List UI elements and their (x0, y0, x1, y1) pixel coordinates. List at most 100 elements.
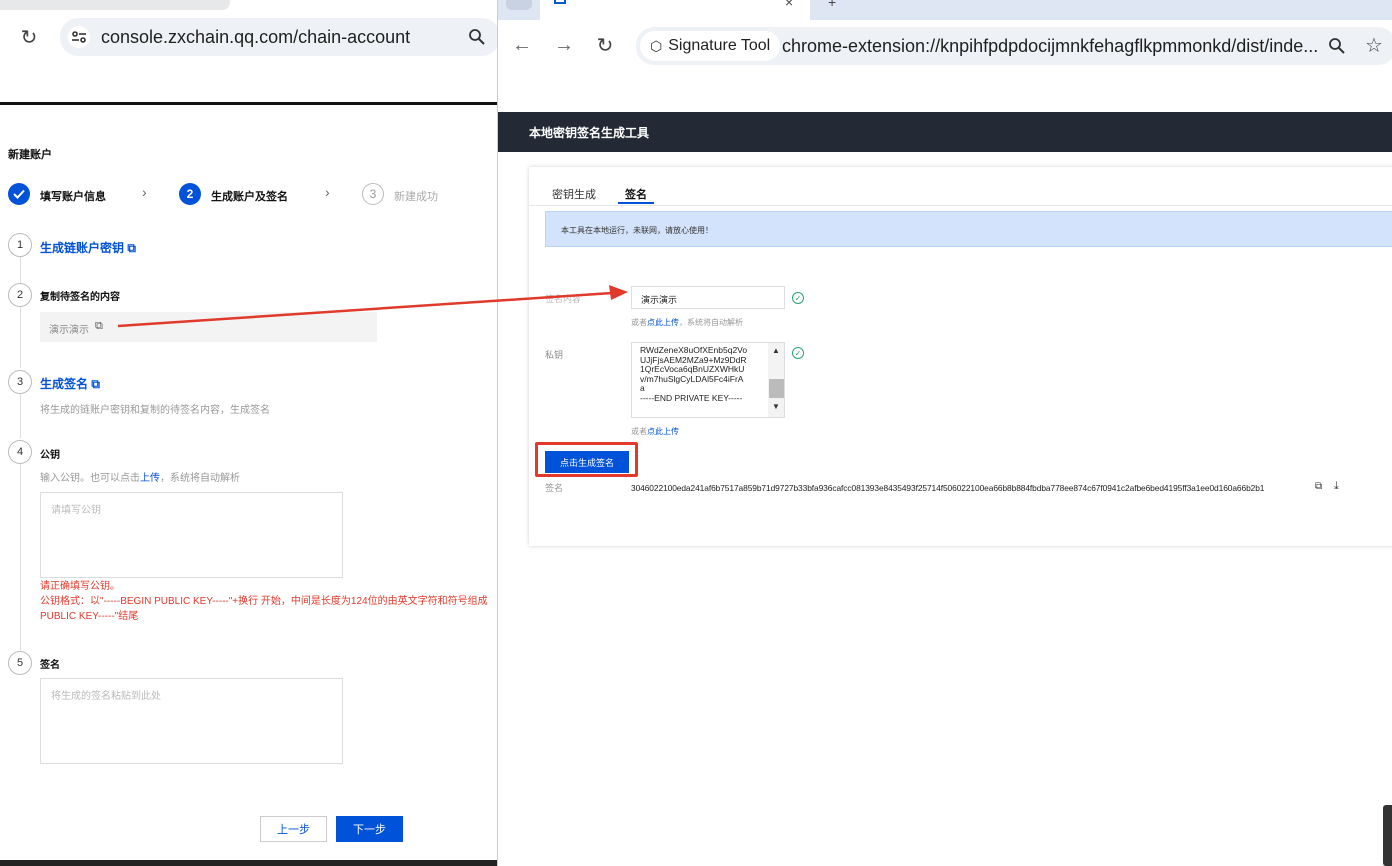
private-key-textarea[interactable]: RWdZeneX8uOfXEnb5q2Vo UJjFjsAEM2MZa9+Mz9… (631, 342, 785, 418)
tab-close-icon[interactable]: × (785, 0, 793, 10)
content-label: 签名内容 (545, 294, 582, 304)
item4-number: 4 (8, 440, 32, 464)
scrollbar-thumb[interactable] (769, 379, 784, 398)
public-key-error: 请正确填写公钥。 公钥格式：以"-----BEGIN PUBLIC KEY---… (40, 579, 488, 624)
item4-desc-prefix: 输入公钥。也可以点击 (40, 473, 140, 484)
public-key-textarea[interactable]: 请填写公钥 (40, 492, 343, 578)
item5-title: 签名 (40, 660, 60, 671)
generate-signature-link-label[interactable]: 生成签名 (40, 377, 88, 391)
left-tab-strip (0, 0, 230, 10)
tab-search-button[interactable] (506, 0, 532, 10)
content-valid-check-icon: ✓ (792, 292, 804, 304)
private-key-line: -----END PRIVATE KEY----- (640, 392, 743, 403)
generate-signature-link[interactable]: 生成签名 ⧉ (40, 375, 100, 392)
timeline-line (20, 393, 21, 438)
private-key-upload-hint: 或者点此上传 (631, 426, 679, 437)
zoom-icon[interactable] (1326, 35, 1348, 57)
bookmark-star-icon[interactable]: ☆ (1362, 33, 1386, 57)
content-to-sign-box: 演示演示 ⧉ (40, 312, 377, 342)
public-key-placeholder: 请填写公钥 (51, 505, 101, 516)
step3-label: 新建成功 (394, 191, 438, 203)
item4-desc: 输入公钥。也可以点击上传，系统将自动解析 (40, 469, 240, 484)
scroll-up-icon[interactable]: ▲ (772, 346, 780, 355)
new-tab-icon[interactable]: + (828, 0, 836, 10)
step2-number: 2 (179, 183, 201, 205)
item2-number: 2 (8, 283, 32, 307)
site-settings-icon[interactable] (68, 26, 90, 48)
signature-label: 签名 (545, 483, 564, 493)
active-tab[interactable]: × (540, 0, 810, 20)
item1-number: 1 (8, 233, 32, 257)
tool-header: 本地密钥签名生成工具 (498, 112, 1392, 152)
item2-title: 复制待签名的内容 (40, 292, 120, 303)
tab-key-generation[interactable]: 密钥生成 (552, 186, 596, 202)
back-icon[interactable]: ← (511, 34, 533, 56)
download-signature-icon[interactable]: ⤓ (1334, 480, 1339, 493)
reload-icon[interactable]: ↻ (18, 26, 40, 49)
tab-favicon-icon (554, 0, 566, 4)
content-upload-link[interactable]: 点此上传 (647, 318, 679, 327)
content-upload-hint-prefix: 或者 (631, 318, 647, 327)
tab-signature[interactable]: 签名 (625, 186, 647, 202)
private-key-valid-check-icon: ✓ (792, 347, 804, 359)
public-key-upload-link[interactable]: 上传 (140, 473, 160, 484)
zoom-icon[interactable] (466, 26, 488, 48)
info-notice-text: 本工具在本地运行，未联网，请放心使用！ (561, 226, 713, 235)
step1-label: 填写账户信息 (40, 191, 106, 203)
timeline-line (20, 462, 21, 650)
content-to-sign-value: 演示演示 (49, 325, 89, 336)
step2-label: 生成账户及签名 (211, 191, 288, 203)
next-step-button[interactable]: 下一步 (336, 816, 403, 842)
private-key-label: 私钥 (545, 350, 564, 360)
private-key-line: v/m7huSlgCyLDAl5Fc4iFrA (640, 373, 744, 384)
page-title: 新建账户 (8, 149, 52, 161)
step3-number: 3 (362, 183, 384, 205)
left-browser-window: ↻ console.zxchain.qq.com/chain-account 新… (0, 0, 497, 866)
active-tab-indicator (618, 202, 654, 204)
copy-signature-icon[interactable]: ⧉ (1315, 481, 1322, 492)
item4-desc-suffix: ，系统将自动解析 (160, 473, 240, 484)
private-key-upload-link[interactable]: 点此上传 (647, 427, 679, 436)
tabs-divider (529, 205, 1392, 206)
tool-card: 密钥生成 签名 本工具在本地运行，未联网，请放心使用！ 签名内容 演示演示 ✓ … (529, 167, 1392, 546)
timeline-line (20, 306, 21, 368)
left-browser-toolbar: ↻ console.zxchain.qq.com/chain-account (0, 0, 497, 76)
generate-key-link[interactable]: 生成链账户密钥 ⧉ (40, 239, 136, 256)
window-divider (0, 102, 497, 105)
timeline-line (20, 256, 21, 286)
content-input[interactable]: 演示演示 (631, 286, 785, 309)
content-upload-hint-suffix: ，系统将自动解析 (679, 318, 743, 327)
item3-desc: 将生成的链账户密钥和复制的待签名内容，生成签名 (40, 405, 270, 416)
left-url-text[interactable]: console.zxchain.qq.com/chain-account (101, 27, 410, 48)
generate-key-link-label[interactable]: 生成链账户密钥 (40, 241, 124, 255)
scroll-down-icon[interactable]: ▼ (772, 402, 780, 411)
right-browser-window: × + ← → ↻ ⬡ Signature Tool chrome-extens… (497, 0, 1392, 866)
reload-icon[interactable]: ↻ (594, 34, 616, 57)
signature-textarea[interactable]: 将生成的签名粘贴到此处 (40, 678, 343, 764)
external-link-icon[interactable]: ⧉ (91, 377, 100, 391)
external-link-icon[interactable]: ⧉ (127, 241, 136, 255)
copy-icon[interactable]: ⧉ (95, 320, 103, 333)
item5-number: 5 (8, 651, 32, 675)
prev-step-button[interactable]: 上一步 (260, 816, 327, 842)
signature-placeholder: 将生成的签名粘贴到此处 (51, 691, 161, 702)
step-chevron-icon: › (142, 184, 147, 200)
step-chevron-icon: › (325, 184, 330, 200)
private-key-scrollbar[interactable]: ▲ ▼ (768, 343, 784, 417)
tool-header-title: 本地密钥签名生成工具 (529, 126, 650, 140)
forward-icon[interactable]: → (553, 34, 575, 56)
item3-number: 3 (8, 370, 32, 394)
private-key-upload-hint-prefix: 或者 (631, 427, 647, 436)
public-key-error-line3: PUBLIC KEY-----"结尾 (40, 611, 139, 622)
right-omnibox[interactable]: ⬡ Signature Tool chrome-extension://knpi… (636, 27, 1392, 65)
left-omnibox[interactable]: console.zxchain.qq.com/chain-account (60, 18, 497, 56)
right-url-text[interactable]: chrome-extension://knpihfpdpdocijmnkfeha… (782, 36, 1318, 57)
info-notice: 本工具在本地运行，未联网，请放心使用！ (545, 211, 1392, 247)
extension-chip[interactable]: ⬡ Signature Tool (640, 31, 781, 61)
side-widget (1383, 805, 1392, 866)
private-key-text[interactable]: RWdZeneX8uOfXEnb5q2Vo UJjFjsAEM2MZa9+Mz9… (640, 345, 768, 404)
extension-chip-label: Signature Tool (668, 37, 771, 54)
content-input-value[interactable]: 演示演示 (641, 295, 677, 305)
puzzle-icon: ⬡ (650, 37, 663, 54)
generate-signature-button[interactable]: 点击生成签名 (545, 451, 629, 473)
